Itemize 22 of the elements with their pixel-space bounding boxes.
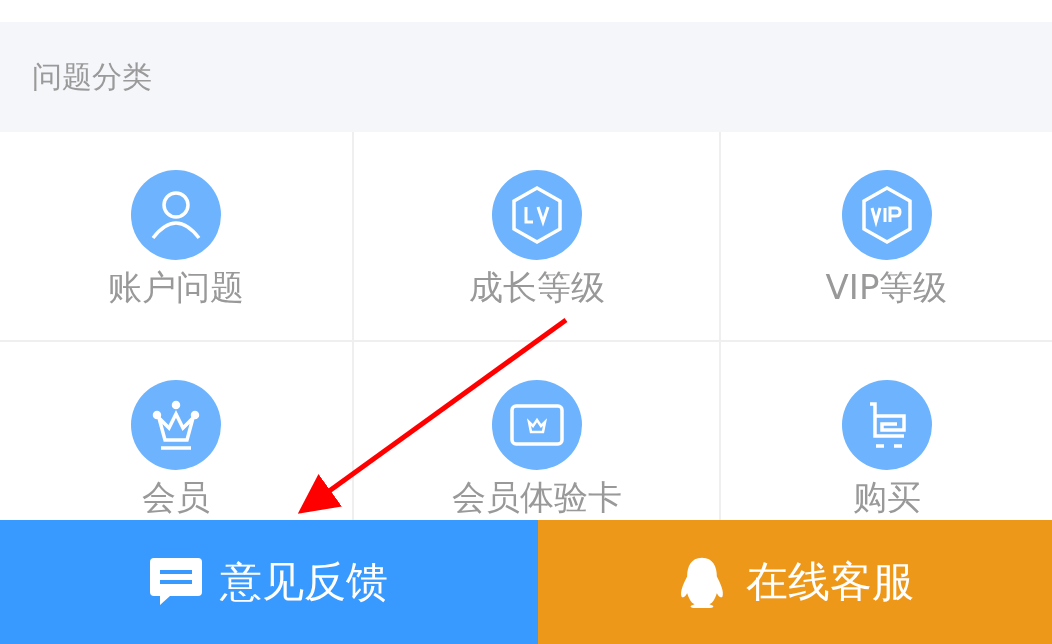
cart-icon [841, 380, 932, 470]
feedback-button[interactable]: 意见反馈 [0, 520, 538, 644]
category-label: 账户问题 [108, 266, 244, 308]
category-label: 会员体验卡 [451, 476, 622, 518]
category-tile[interactable]: 会员 [0, 342, 352, 520]
crown-icon [131, 380, 221, 470]
category-label: VIP等级 [825, 266, 948, 308]
user-icon [131, 170, 221, 260]
section-title: 问题分类 [32, 57, 152, 96]
category-tile[interactable]: 会员体验卡 [354, 342, 719, 520]
category-tile[interactable]: 账户问题 [0, 132, 352, 340]
category-tile[interactable]: 购买 [721, 342, 1052, 520]
service-button[interactable]: 在线客服 [538, 520, 1052, 644]
category-label: 购买 [852, 476, 921, 518]
category-label: 会员 [142, 476, 210, 518]
category-tile[interactable]: VIP等级 [721, 132, 1052, 340]
lv-icon [491, 170, 582, 260]
category-label: 成长等级 [468, 266, 605, 308]
chat-icon [150, 556, 202, 608]
category-tile[interactable]: 成长等级 [354, 132, 719, 340]
vip-icon [841, 170, 932, 260]
card-icon [491, 380, 582, 470]
